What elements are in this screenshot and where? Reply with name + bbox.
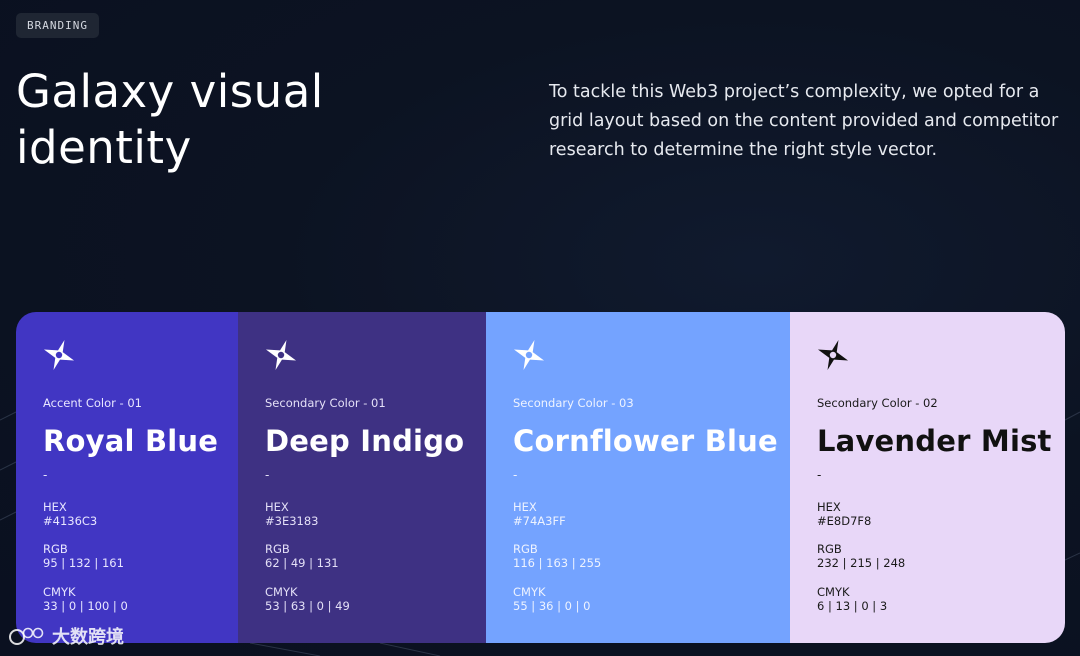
- rgb-value: 116 | 163 | 255: [513, 556, 602, 570]
- star-logo-icon: [817, 339, 849, 371]
- hex-value: #74A3FF: [513, 514, 566, 528]
- star-logo-icon: [43, 339, 75, 371]
- cmyk-value: 6 | 13 | 0 | 3: [817, 599, 888, 613]
- rgb-value: 62 | 49 | 131: [265, 556, 339, 570]
- cmyk-value: 55 | 36 | 0 | 0: [513, 599, 591, 613]
- hex-label: HEX: [43, 500, 67, 514]
- hex-label: HEX: [513, 500, 537, 514]
- rgb-label: RGB: [817, 542, 842, 556]
- swatch-role: Secondary Color - 02: [817, 396, 938, 410]
- swatch-name: Deep Indigo: [265, 424, 465, 458]
- cmyk-label: CMYK: [513, 585, 546, 599]
- swatch-cornflower-blue: Secondary Color - 03 Cornflower Blue - H…: [486, 312, 790, 643]
- rgb-label: RGB: [265, 542, 290, 556]
- rgb-label: RGB: [43, 542, 68, 556]
- watermark-text: 大数跨境: [52, 627, 124, 648]
- rgb-value: 95 | 132 | 161: [43, 556, 124, 570]
- page-title-line-1: Galaxy visual: [16, 65, 324, 118]
- swatch-name: Royal Blue: [43, 424, 219, 458]
- swatch-role: Secondary Color - 01: [265, 396, 386, 410]
- intro-paragraph: To tackle this Web3 project’s complexity…: [549, 82, 1059, 160]
- color-palette: Accent Color - 01 Royal Blue - HEX #4136…: [16, 312, 1065, 643]
- swatch-role: Secondary Color - 03: [513, 396, 634, 410]
- section-badge: BRANDING: [16, 13, 99, 38]
- rgb-value: 232 | 215 | 248: [817, 556, 906, 570]
- hex-label: HEX: [817, 500, 841, 514]
- swatch-divider: -: [265, 468, 270, 482]
- hex-value: #4136C3: [43, 514, 98, 528]
- cmyk-label: CMYK: [43, 585, 76, 599]
- swatch-divider: -: [43, 468, 48, 482]
- watermark: 大数跨境: [8, 622, 124, 650]
- rgb-label: RGB: [513, 542, 538, 556]
- star-logo-icon: [265, 339, 297, 371]
- star-logo-icon: [513, 339, 545, 371]
- cmyk-label: CMYK: [265, 585, 298, 599]
- swatch-lavender-mist: Secondary Color - 02 Lavender Mist - HEX…: [790, 312, 1065, 643]
- hex-value: #E8D7F8: [817, 514, 872, 528]
- swatch-royal-blue: Accent Color - 01 Royal Blue - HEX #4136…: [16, 312, 238, 643]
- swatch-divider: -: [513, 468, 518, 482]
- cmyk-value: 53 | 63 | 0 | 49: [265, 599, 350, 613]
- swatch-name: Cornflower Blue: [513, 424, 778, 458]
- cmyk-value: 33 | 0 | 100 | 0: [43, 599, 128, 613]
- swatch-role: Accent Color - 01: [43, 396, 142, 410]
- hex-label: HEX: [265, 500, 289, 514]
- page-title: Galaxy visual identity: [16, 64, 416, 176]
- swatch-deep-indigo: Secondary Color - 01 Deep Indigo - HEX #…: [238, 312, 486, 643]
- page-title-line-2: identity: [16, 121, 192, 174]
- cmyk-label: CMYK: [817, 585, 850, 599]
- swatch-name: Lavender Mist: [817, 424, 1052, 458]
- hex-value: #3E3183: [265, 514, 319, 528]
- swatch-divider: -: [817, 468, 822, 482]
- watermark-logo-icon: [9, 627, 44, 645]
